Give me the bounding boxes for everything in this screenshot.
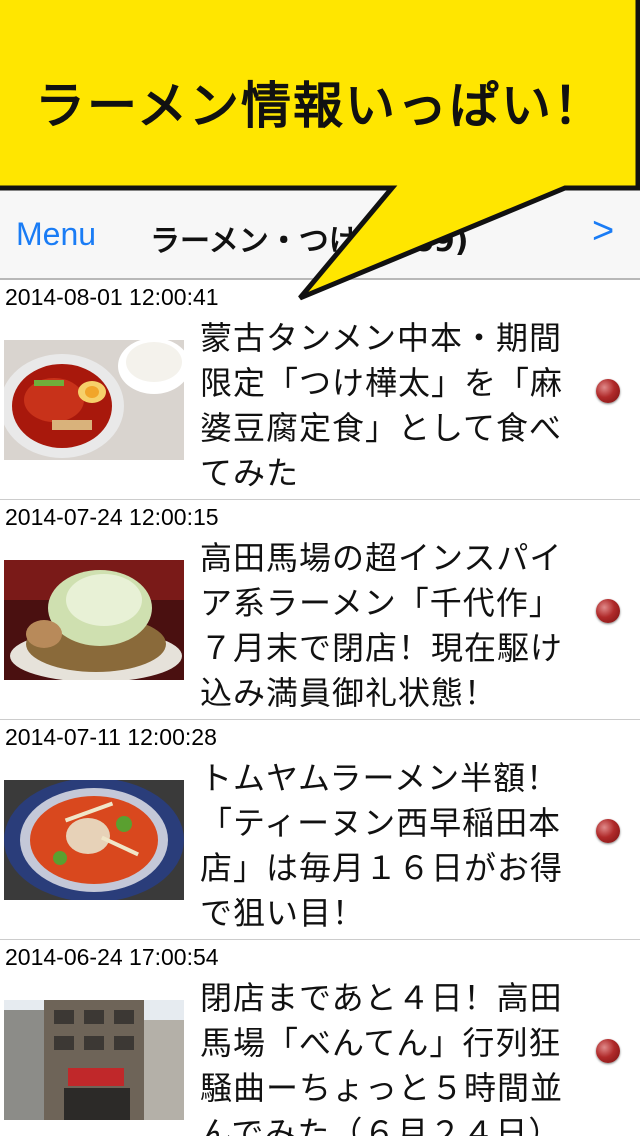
next-button[interactable]: > (592, 210, 614, 253)
article-thumbnail (4, 1000, 184, 1120)
unread-dot-icon (596, 1039, 620, 1063)
unread-dot-icon (596, 599, 620, 623)
article-date: 2014-07-24 12:00:15 (5, 504, 219, 530)
article-row[interactable]: 2014-08-01 12:00:41 蒙古タンメン中本・期間限定「つけ樺太」を… (0, 280, 640, 500)
article-title: 高田馬場の超インスパイア系ラーメン「千代作」７月末で閉店！現在駆け込み満員御礼状… (200, 539, 564, 712)
article-row[interactable]: 2014-07-24 12:00:15 高田馬場の超インスパイア系ラーメン「千代… (0, 500, 640, 720)
navigation-bar: Menu ラーメン・つけ麺 (69) > (0, 186, 640, 280)
article-thumbnail (4, 560, 184, 680)
article-date: 2014-06-24 17:00:54 (5, 944, 219, 970)
article-title: トムヤムラーメン半額！「ティーヌン西早稲田本店」は毎月１６日がお得で狙い目！ (200, 759, 564, 932)
article-row[interactable]: 2014-06-24 17:00:54 閉店まであと４日！高田馬場「べんてん」行… (0, 940, 640, 1136)
menu-button[interactable]: Menu (16, 216, 96, 253)
screen: Menu ラーメン・つけ麺 (69) > 2014-08-01 12:00:41 (0, 0, 640, 1136)
article-row[interactable]: 2014-07-11 12:00:28 トムヤムラーメン半額！「ティーヌン西早稲… (0, 720, 640, 940)
nav-title: ラーメン・つけ麺 (69) (150, 224, 469, 259)
unread-dot-icon (596, 379, 620, 403)
article-title: 閉店まであと４日！高田馬場「べんてん」行列狂騒曲ーちょっと５時間並んでみた（６月… (200, 979, 564, 1136)
article-date: 2014-08-01 12:00:41 (5, 284, 219, 310)
unread-dot-icon (596, 819, 620, 843)
article-thumbnail (4, 340, 184, 460)
article-thumbnail (4, 780, 184, 900)
promo-banner-text: ラーメン情報いっぱい！ (35, 77, 605, 135)
article-title: 蒙古タンメン中本・期間限定「つけ樺太」を「麻婆豆腐定食」として食べてみた (200, 319, 564, 492)
article-date: 2014-07-11 12:00:28 (5, 724, 217, 750)
